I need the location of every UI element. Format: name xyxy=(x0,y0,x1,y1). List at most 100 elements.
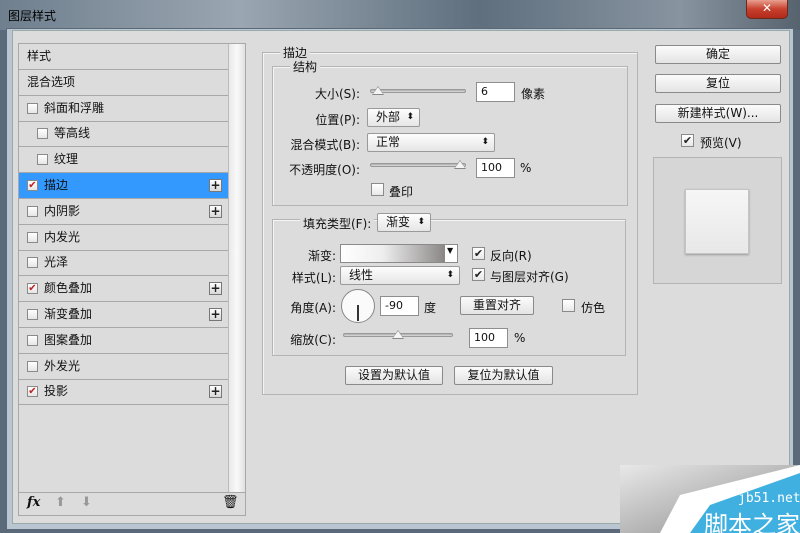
dither-checkbox[interactable] xyxy=(562,299,575,312)
checkbox[interactable]: ✔ xyxy=(27,180,38,191)
fill-type-select[interactable]: 渐变 ⬍ xyxy=(377,213,431,232)
opacity-input[interactable]: 100 xyxy=(476,158,515,178)
size-unit: 像素 xyxy=(521,87,546,101)
slider-thumb[interactable] xyxy=(371,86,384,95)
opacity-unit: % xyxy=(520,161,532,175)
sidebar-item-label: 纹理 xyxy=(54,152,79,167)
sidebar-item-label: 渐变叠加 xyxy=(44,307,93,321)
sidebar-item[interactable]: 斜面和浮雕 xyxy=(19,96,228,122)
sidebar-item[interactable]: 光泽 xyxy=(19,250,228,277)
blend-mode-select[interactable]: 正常 ⬍ xyxy=(367,133,495,152)
trash-icon[interactable]: 🗑 xyxy=(222,495,239,510)
opacity-slider[interactable] xyxy=(370,160,466,169)
style-list: 样式 混合选项 斜面和浮雕 等高线 纹理 ✔ 描边 + 内阴影 + 内发光 光泽 ✔ 颜色叠加 + 渐变叠加 +… xyxy=(18,43,246,516)
checkbox[interactable] xyxy=(27,257,38,269)
checkbox[interactable] xyxy=(27,334,38,346)
checkbox[interactable] xyxy=(37,128,48,140)
sidebar-item-label: 样式 xyxy=(27,49,52,63)
reset-button[interactable]: 复位 xyxy=(655,74,781,93)
sidebar-item[interactable]: 纹理 xyxy=(19,147,228,174)
angle-input[interactable]: -90 xyxy=(380,296,419,316)
checkbox[interactable] xyxy=(27,231,38,243)
arrow-up-icon[interactable]: ⬆ xyxy=(55,495,66,510)
new-style-button[interactable]: 新建样式(W)... xyxy=(655,104,781,123)
updown-icon: ⬍ xyxy=(417,217,425,227)
close-icon: ✕ xyxy=(761,1,773,15)
size-input[interactable]: 6 xyxy=(476,82,515,102)
fill-type-label: 填充类型(F): xyxy=(300,215,375,232)
opacity-label: 不透明度(O): xyxy=(289,163,360,177)
sidebar-item[interactable]: 外发光 xyxy=(19,354,228,380)
size-slider[interactable] xyxy=(370,86,466,95)
sidebar-item[interactable]: ✔ 颜色叠加 + xyxy=(19,276,228,303)
ok-button[interactable]: 确定 xyxy=(655,45,781,64)
set-default-button[interactable]: 设置为默认值 xyxy=(345,366,443,385)
overprint-checkbox[interactable] xyxy=(371,183,384,196)
fx-button[interactable]: fx xyxy=(27,495,40,510)
preview-checkbox[interactable]: ✔ xyxy=(681,134,694,147)
checkbox[interactable] xyxy=(27,360,38,372)
checkbox[interactable] xyxy=(27,205,38,217)
checkbox[interactable]: ✔ xyxy=(27,386,38,398)
align-with-layer-label: 与图层对齐(G) xyxy=(490,270,569,284)
blend-mode-label: 混合模式(B): xyxy=(290,138,360,152)
updown-icon: ⬍ xyxy=(406,112,414,122)
gradient-picker[interactable]: ▼ xyxy=(340,244,458,263)
arrow-down-icon[interactable]: ⬇ xyxy=(81,495,92,510)
sidebar-item[interactable]: 渐变叠加 + xyxy=(19,302,228,328)
scale-input[interactable]: 100 xyxy=(469,328,508,348)
style-select[interactable]: 线性 ⬍ xyxy=(340,266,460,285)
checkbox[interactable] xyxy=(37,154,48,166)
sidebar-item[interactable]: 样式 xyxy=(19,44,228,70)
reset-default-button[interactable]: 复位为默认值 xyxy=(454,366,553,385)
checkbox[interactable]: ✔ xyxy=(27,283,38,295)
add-icon[interactable]: + xyxy=(209,179,222,192)
list-scrollbar[interactable] xyxy=(228,44,245,492)
sidebar-item-label: 颜色叠加 xyxy=(44,281,93,296)
angle-dial[interactable] xyxy=(341,289,375,323)
sidebar-item-label: 斜面和浮雕 xyxy=(44,100,105,115)
checkbox[interactable] xyxy=(27,309,38,320)
align-with-layer-checkbox[interactable]: ✔ xyxy=(472,268,485,281)
dither-label: 仿色 xyxy=(581,301,606,315)
structure-title: 结构 xyxy=(290,58,321,75)
add-icon[interactable]: + xyxy=(209,385,222,399)
preview-swatch xyxy=(685,189,749,254)
slider-thumb[interactable] xyxy=(454,160,466,169)
sidebar-item[interactable]: 图案叠加 xyxy=(19,328,228,354)
checkbox[interactable] xyxy=(27,102,38,114)
position-select[interactable]: 外部 ⬍ xyxy=(367,108,420,127)
scale-slider[interactable] xyxy=(343,330,453,339)
sidebar-item[interactable]: 内阴影 + xyxy=(19,199,228,225)
angle-label: 角度(A): xyxy=(290,301,336,315)
fill-type-value: 渐变 xyxy=(386,215,411,229)
sidebar-item-label: 光泽 xyxy=(44,255,69,270)
sidebar-item-label: 外发光 xyxy=(44,358,81,373)
sidebar-item[interactable]: 等高线 xyxy=(19,121,228,148)
sidebar-item[interactable]: ✔ 投影 + xyxy=(19,379,228,406)
updown-icon: ⬍ xyxy=(446,270,454,280)
title-bar: 图层样式 ✕ xyxy=(0,0,800,30)
dropdown-arrow-icon[interactable]: ▼ xyxy=(447,246,453,255)
reset-align-button[interactable]: 重置对齐 xyxy=(460,296,534,315)
gradient-swatch[interactable] xyxy=(341,245,445,262)
add-icon[interactable]: + xyxy=(209,308,222,321)
sidebar-item-label: 混合选项 xyxy=(27,74,76,89)
slider-thumb[interactable] xyxy=(392,330,404,339)
reverse-checkbox[interactable]: ✔ xyxy=(472,247,485,260)
gradient-label: 渐变: xyxy=(307,249,336,263)
sidebar-item[interactable]: ✔ 描边 + xyxy=(19,173,228,199)
close-button[interactable]: ✕ xyxy=(746,0,788,19)
position-value: 外部 xyxy=(376,110,401,124)
add-icon[interactable]: + xyxy=(209,282,222,296)
window-title: 图层样式 xyxy=(8,9,57,23)
sidebar-item-label: 描边 xyxy=(44,178,69,192)
watermark-line1: jb51.net xyxy=(738,491,800,506)
sidebar-item[interactable]: 混合选项 xyxy=(19,70,228,96)
sidebar-item-label: 内发光 xyxy=(44,229,81,244)
add-icon[interactable]: + xyxy=(209,204,222,218)
size-label: 大小(S): xyxy=(314,87,360,101)
angle-needle xyxy=(357,305,359,321)
sidebar-item[interactable]: 内发光 xyxy=(19,225,228,251)
position-label: 位置(P): xyxy=(315,113,360,127)
